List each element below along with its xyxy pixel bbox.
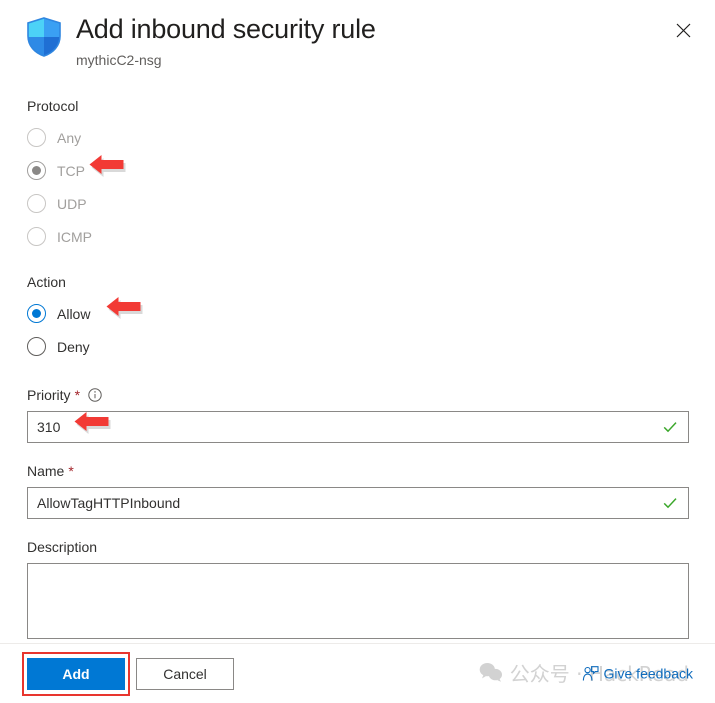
panel-body: Protocol Any TCP UDP ICMP Action Allow D… bbox=[0, 78, 715, 643]
action-radio-group[interactable]: Allow Deny bbox=[27, 297, 689, 363]
shield-icon bbox=[26, 17, 62, 57]
name-label-row: Name * bbox=[27, 461, 689, 481]
person-feedback-icon bbox=[582, 665, 599, 682]
radio-circle-icon bbox=[27, 194, 46, 213]
priority-input-wrap[interactable] bbox=[27, 411, 689, 443]
add-button-wrapper: Add bbox=[22, 651, 130, 696]
page-title: Add inbound security rule bbox=[76, 14, 376, 44]
description-field-block: Description bbox=[27, 537, 689, 639]
checkmark-icon bbox=[662, 419, 678, 435]
radio-circle-icon bbox=[27, 128, 46, 147]
protocol-option-any-label: Any bbox=[57, 129, 82, 146]
priority-field-block: Priority * bbox=[27, 385, 689, 443]
protocol-option-tcp-label: TCP bbox=[57, 162, 85, 179]
protocol-option-udp-label: UDP bbox=[57, 195, 87, 212]
priority-label-row: Priority * bbox=[27, 385, 689, 405]
protocol-radio-group[interactable]: Any TCP UDP ICMP bbox=[27, 121, 689, 253]
radio-circle-icon bbox=[27, 227, 46, 246]
header-text-block: Add inbound security rule mythicC2-nsg bbox=[76, 12, 376, 70]
priority-label: Priority bbox=[27, 387, 71, 403]
page-subtitle: mythicC2-nsg bbox=[76, 52, 162, 68]
add-button[interactable]: Add bbox=[27, 657, 125, 690]
name-field-block: Name * bbox=[27, 461, 689, 519]
name-required-marker: * bbox=[68, 463, 74, 479]
close-icon bbox=[676, 23, 691, 38]
action-option-allow-label: Allow bbox=[57, 305, 91, 322]
action-option-deny[interactable]: Deny bbox=[27, 330, 689, 363]
action-option-allow[interactable]: Allow bbox=[27, 297, 689, 330]
panel-footer: Add Cancel Give feedback bbox=[0, 643, 715, 703]
add-inbound-security-rule-panel: Add inbound security rule mythicC2-nsg P… bbox=[0, 0, 715, 703]
checkmark-icon bbox=[662, 495, 678, 511]
description-label: Description bbox=[27, 539, 98, 555]
name-input-wrap[interactable] bbox=[27, 487, 689, 519]
radio-circle-selected-icon bbox=[27, 304, 46, 323]
description-label-row: Description bbox=[27, 537, 689, 557]
radio-circle-selected-icon bbox=[27, 161, 46, 180]
cancel-button[interactable]: Cancel bbox=[136, 657, 234, 690]
name-input[interactable] bbox=[28, 488, 688, 518]
panel-header: Add inbound security rule mythicC2-nsg bbox=[0, 0, 715, 78]
protocol-option-icmp: ICMP bbox=[27, 220, 689, 253]
name-label: Name bbox=[27, 463, 65, 479]
protocol-group-label: Protocol bbox=[27, 98, 79, 114]
protocol-option-udp: UDP bbox=[27, 187, 689, 220]
protocol-option-icmp-label: ICMP bbox=[57, 228, 92, 245]
give-feedback-link[interactable]: Give feedback bbox=[582, 665, 694, 682]
priority-required-marker: * bbox=[74, 387, 81, 403]
close-button[interactable] bbox=[667, 14, 699, 46]
radio-circle-icon bbox=[27, 337, 46, 356]
info-circle-icon[interactable] bbox=[88, 388, 102, 402]
header-row: Add inbound security rule mythicC2-nsg bbox=[26, 12, 691, 70]
action-group-label: Action bbox=[27, 274, 66, 290]
priority-input[interactable] bbox=[28, 412, 688, 442]
action-option-deny-label: Deny bbox=[57, 338, 90, 355]
protocol-option-tcp: TCP bbox=[27, 154, 689, 187]
protocol-option-any: Any bbox=[27, 121, 689, 154]
description-textarea[interactable] bbox=[27, 563, 689, 639]
give-feedback-label: Give feedback bbox=[603, 665, 694, 682]
